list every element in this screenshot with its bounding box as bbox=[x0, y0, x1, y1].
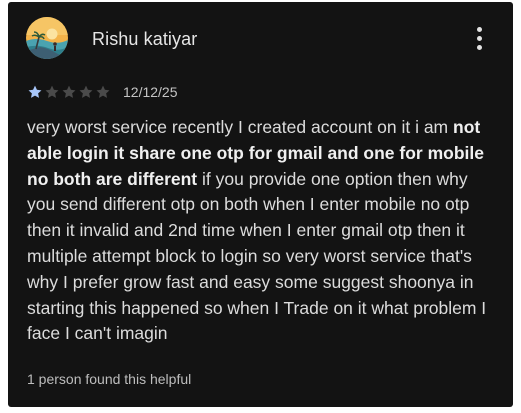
author-name: Rishu katiyar bbox=[92, 29, 198, 49]
star-icon bbox=[79, 85, 93, 98]
more-vert-icon-dot bbox=[477, 45, 482, 50]
more-options-button[interactable] bbox=[473, 27, 487, 51]
review-text-part-1: very worst service recently I created ac… bbox=[27, 117, 453, 137]
star-rating bbox=[27, 84, 111, 100]
star-icon bbox=[62, 85, 76, 98]
review-date: 12/12/25 bbox=[123, 84, 178, 100]
review-text: very worst service recently I created ac… bbox=[27, 115, 499, 347]
review-header: Rishu katiyar bbox=[26, 17, 495, 61]
more-vert-icon-dot bbox=[477, 36, 482, 41]
review-text-part-2: if you provide one option then why you s… bbox=[27, 168, 487, 344]
star-icon bbox=[28, 85, 42, 98]
helpful-count: 1 person found this helpful bbox=[27, 371, 192, 387]
star-icon bbox=[96, 85, 110, 98]
avatar bbox=[26, 17, 68, 59]
avatar-beach-sunset-icon bbox=[26, 17, 68, 59]
review-card: Rishu katiyar 12/12/25 very worst servic… bbox=[8, 2, 513, 407]
star-icon bbox=[45, 85, 59, 98]
more-vert-icon bbox=[477, 27, 482, 32]
rating-row: 12/12/25 bbox=[27, 83, 178, 101]
